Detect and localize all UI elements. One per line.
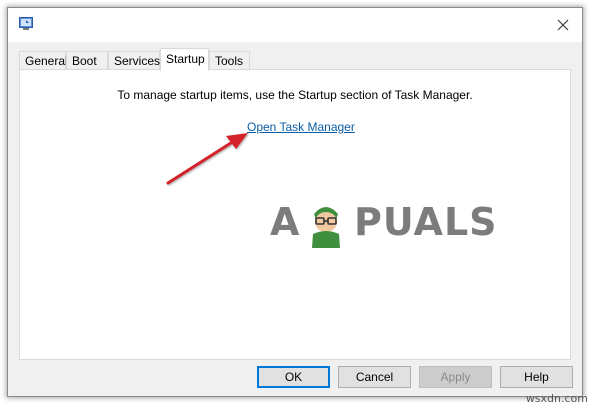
tab-startup[interactable]: Startup: [160, 48, 209, 71]
cancel-button[interactable]: Cancel: [338, 366, 411, 388]
startup-info-text: To manage startup items, use the Startup…: [117, 88, 473, 102]
tab-tools[interactable]: Tools: [209, 51, 250, 70]
appuals-watermark: A PUALS: [270, 198, 497, 248]
open-task-manager-link[interactable]: Open Task Manager: [247, 120, 355, 134]
mascot-icon: [312, 207, 340, 248]
watermark-text-left: A: [270, 200, 301, 244]
apply-button[interactable]: Apply: [419, 366, 492, 388]
close-icon[interactable]: [554, 16, 572, 34]
watermark-text-right: PUALS: [354, 200, 498, 244]
tab-boot[interactable]: Boot: [66, 51, 108, 70]
ok-button[interactable]: OK: [257, 366, 330, 388]
titlebar: [8, 8, 582, 42]
help-button[interactable]: Help: [500, 366, 573, 388]
red-arrow-annotation: [166, 133, 248, 185]
site-watermark: wsxdn.com: [525, 392, 588, 405]
msconfig-app-icon: [19, 17, 33, 30]
tab-services[interactable]: Services: [108, 51, 160, 70]
startup-tab-panel: To manage startup items, use the Startup…: [19, 69, 571, 360]
tab-general[interactable]: General: [19, 51, 68, 70]
system-configuration-dialog: General Boot Services Startup Tools To m…: [7, 7, 583, 397]
